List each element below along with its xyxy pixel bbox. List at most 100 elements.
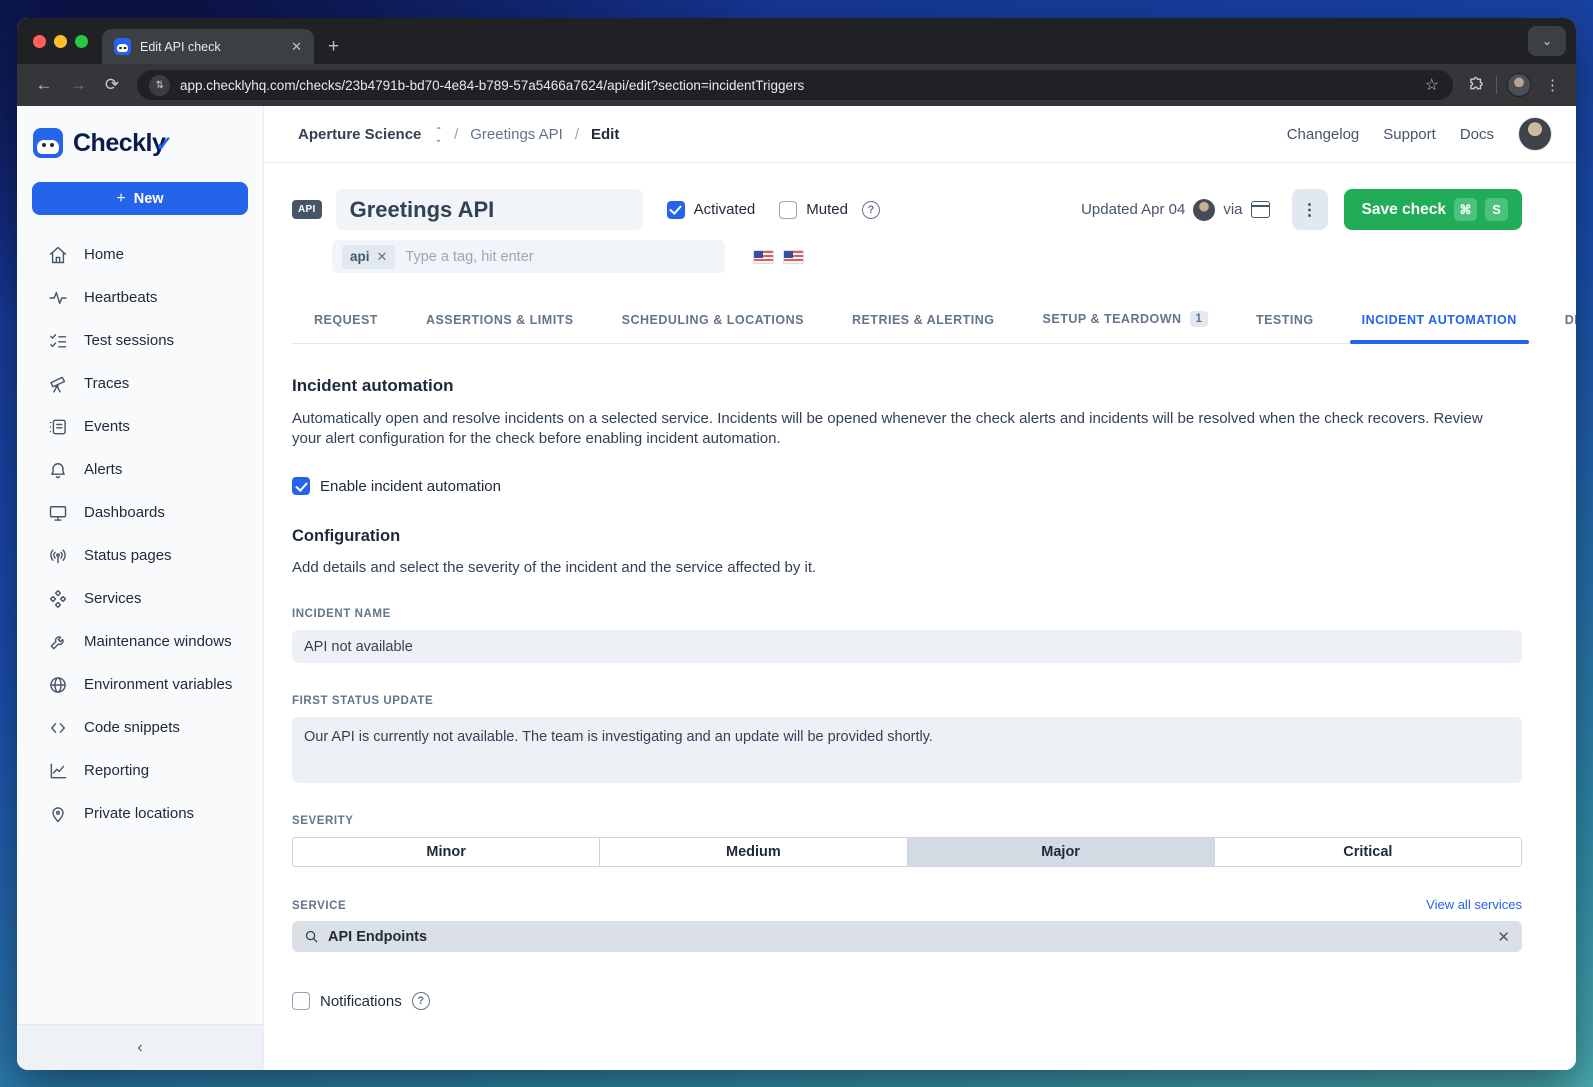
browser-menu-icon[interactable]: ⋮	[1541, 76, 1564, 94]
zoom-window-button[interactable]	[75, 35, 88, 48]
sidebar-item-services[interactable]: Services	[17, 577, 263, 620]
new-tab-button[interactable]: +	[314, 29, 353, 64]
sidebar: Checkly✓ + New Home Heartbeats	[17, 106, 264, 1070]
muted-checkbox[interactable]	[779, 201, 797, 219]
tab-retries-alerting[interactable]: RETRIES & ALERTING	[850, 303, 997, 343]
tab-search-chevron-icon[interactable]: ⌄	[1528, 26, 1566, 56]
breadcrumb-check-link[interactable]: Greetings API	[470, 126, 563, 143]
check-header-actions: Updated Apr 04 via ⋮ Save check ⌘ S	[1081, 189, 1522, 230]
updated-info: Updated Apr 04 via	[1081, 199, 1269, 221]
checkly-logo[interactable]: Checkly✓	[17, 106, 263, 174]
sidebar-item-dashboards[interactable]: Dashboards	[17, 491, 263, 534]
notifications-checkbox[interactable]	[292, 992, 310, 1010]
back-icon[interactable]: ←	[29, 70, 59, 100]
more-actions-button[interactable]: ⋮	[1292, 189, 1328, 230]
sidebar-item-maintenance-windows[interactable]: Maintenance windows	[17, 620, 263, 663]
enable-incident-automation-checkbox[interactable]	[292, 477, 310, 495]
browser-window: Edit API check ✕ + ⌄ ← → ⟳ ⇅ app.checkly…	[17, 18, 1576, 1070]
plus-icon: +	[116, 190, 125, 208]
sidebar-item-status-pages[interactable]: Status pages	[17, 534, 263, 577]
activated-checkbox[interactable]	[667, 201, 685, 219]
tab-incident-automation[interactable]: INCIDENT AUTOMATION	[1360, 303, 1519, 343]
severity-label: SEVERITY	[292, 815, 1522, 827]
sidebar-item-traces[interactable]: Traces	[17, 362, 263, 405]
clear-service-icon[interactable]: ✕	[1497, 928, 1510, 946]
changelog-link[interactable]: Changelog	[1287, 126, 1360, 143]
severity-option-major[interactable]: Major	[907, 838, 1214, 866]
tab-request[interactable]: REQUEST	[312, 303, 380, 343]
s-key-badge: S	[1485, 198, 1508, 221]
save-check-button[interactable]: Save check ⌘ S	[1344, 189, 1522, 230]
section-description: Automatically open and resolve incidents…	[292, 409, 1507, 449]
check-name-input[interactable]	[336, 189, 643, 230]
sidebar-item-environment-variables[interactable]: Environment variables	[17, 663, 263, 706]
sidebar-collapse-bar[interactable]: ‹	[17, 1024, 263, 1070]
extensions-puzzle-icon[interactable]	[1467, 76, 1486, 95]
checkly-raccoon-icon	[33, 128, 63, 158]
tab-title: Edit API check	[140, 40, 280, 54]
address-bar[interactable]: ⇅ app.checklyhq.com/checks/23b4791b-bd70…	[137, 70, 1453, 100]
sidebar-item-home[interactable]: Home	[17, 233, 263, 276]
severity-option-critical[interactable]: Critical	[1214, 838, 1521, 866]
severity-segmented-control: Minor Medium Major Critical	[292, 837, 1522, 867]
browser-tab[interactable]: Edit API check ✕	[102, 29, 314, 64]
browser-profile-avatar[interactable]	[1507, 73, 1531, 97]
site-info-icon[interactable]: ⇅	[149, 75, 170, 96]
us-flag-icon	[753, 250, 774, 264]
checkmark-icon: ✓	[155, 133, 172, 156]
incident-name-label: INCIDENT NAME	[292, 608, 1522, 620]
account-switcher-chevrons-icon[interactable]: ⌃⌃	[435, 127, 442, 142]
browser-toolbar: ← → ⟳ ⇅ app.checklyhq.com/checks/23b4791…	[17, 64, 1576, 106]
muted-help-icon[interactable]: ?	[862, 201, 880, 219]
header-links: Changelog Support Docs	[1287, 117, 1552, 151]
sidebar-item-heartbeats[interactable]: Heartbeats	[17, 276, 263, 319]
close-window-button[interactable]	[33, 35, 46, 48]
url-text[interactable]: app.checklyhq.com/checks/23b4791b-bd70-4…	[180, 78, 1413, 93]
sidebar-item-alerts[interactable]: Alerts	[17, 448, 263, 491]
muted-toggle[interactable]: Muted	[779, 201, 848, 219]
toolbar-divider	[1496, 76, 1497, 94]
sidebar-item-events[interactable]: Events	[17, 405, 263, 448]
reload-icon[interactable]: ⟳	[97, 70, 127, 100]
tab-testing[interactable]: TESTING	[1254, 303, 1316, 343]
tag-input[interactable]: api ✕ Type a tag, hit enter	[332, 240, 725, 273]
browser-tabstrip: Edit API check ✕ + ⌄	[17, 18, 1576, 64]
location-pin-icon	[48, 804, 68, 824]
notifications-row[interactable]: Notifications ?	[292, 992, 1522, 1010]
account-switcher[interactable]: Aperture Science	[298, 126, 421, 143]
view-all-services-link[interactable]: View all services	[1426, 897, 1522, 912]
activated-toggle[interactable]: Activated	[667, 201, 756, 219]
severity-option-medium[interactable]: Medium	[599, 838, 906, 866]
via-ui-icon	[1251, 201, 1270, 218]
location-flags	[753, 250, 804, 264]
forward-icon[interactable]: →	[63, 70, 93, 100]
support-link[interactable]: Support	[1383, 126, 1436, 143]
remove-tag-icon[interactable]: ✕	[377, 249, 388, 265]
notifications-help-icon[interactable]: ?	[412, 992, 430, 1010]
tag-placeholder: Type a tag, hit enter	[405, 249, 533, 265]
enable-incident-automation-row[interactable]: Enable incident automation	[292, 477, 1522, 495]
checkly-app: Checkly✓ + New Home Heartbeats	[17, 106, 1576, 1070]
severity-option-minor[interactable]: Minor	[293, 838, 599, 866]
user-avatar[interactable]	[1518, 117, 1552, 151]
first-status-update-textarea[interactable]: Our API is currently not available. The …	[292, 717, 1522, 783]
tab-delete[interactable]: DELETE	[1563, 303, 1576, 343]
minimize-window-button[interactable]	[54, 35, 67, 48]
tab-setup-teardown[interactable]: SETUP & TEARDOWN 1	[1041, 301, 1210, 343]
sidebar-item-private-locations[interactable]: Private locations	[17, 792, 263, 835]
service-select-input[interactable]: API Endpoints ✕	[292, 921, 1522, 952]
sidebar-item-reporting[interactable]: Reporting	[17, 749, 263, 792]
tag-chip: api ✕	[342, 245, 395, 269]
incident-name-input[interactable]	[292, 630, 1522, 663]
sidebar-item-test-sessions[interactable]: Test sessions	[17, 319, 263, 362]
main-header: Aperture Science ⌃⌃ / Greetings API / Ed…	[264, 106, 1576, 163]
bookmark-star-icon[interactable]: ☆	[1423, 75, 1441, 95]
configuration-description: Add details and select the severity of t…	[292, 559, 1522, 576]
tab-close-icon[interactable]: ✕	[289, 39, 304, 55]
tab-assertions-limits[interactable]: ASSERTIONS & LIMITS	[424, 303, 576, 343]
checkly-wordmark: Checkly✓	[73, 129, 173, 158]
sidebar-item-code-snippets[interactable]: Code snippets	[17, 706, 263, 749]
docs-link[interactable]: Docs	[1460, 126, 1494, 143]
tab-scheduling-locations[interactable]: SCHEDULING & LOCATIONS	[620, 303, 806, 343]
new-button[interactable]: + New	[32, 182, 248, 215]
